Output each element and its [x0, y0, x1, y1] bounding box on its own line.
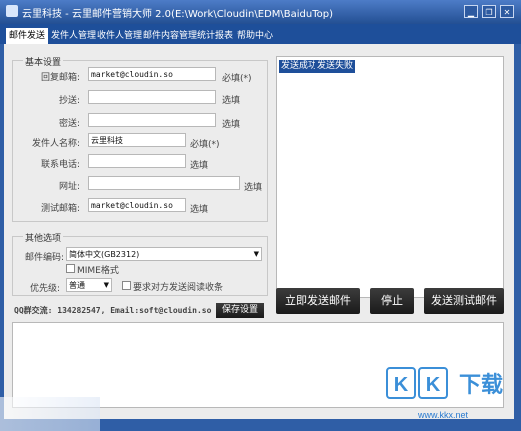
read-receipt-label: 要求对方发送阅读收条 [133, 283, 224, 293]
website-hint: 选填 [244, 183, 263, 193]
bcc-label: 密送: [58, 119, 80, 129]
reply-hint: 必填(*) [222, 74, 252, 84]
chevron-down-icon: ▼ [253, 250, 259, 258]
priority-label: 优先级: [29, 284, 60, 294]
window-title: 云里科技 - 云里邮件营销大师 2.0(E:\Work\Cloudin\EDM\… [22, 9, 333, 20]
svg-text:下载: 下载 [459, 372, 503, 398]
tab-statistics[interactable]: 统计报表 [194, 28, 236, 44]
read-receipt-checkbox[interactable] [122, 281, 131, 290]
app-icon [6, 5, 18, 17]
watermark-strip [0, 397, 100, 431]
test-email-input[interactable]: market@cloudin.so [88, 198, 186, 212]
mime-checkbox[interactable] [66, 264, 75, 273]
basic-settings-title: 基本设置 [23, 55, 64, 68]
save-settings-button[interactable]: 保存设置 [216, 303, 264, 318]
test-email-hint: 选填 [190, 205, 209, 215]
mime-label: MIME格式 [77, 266, 119, 276]
test-email-label: 测试邮箱: [40, 204, 80, 214]
website-input[interactable] [88, 176, 240, 190]
cc-label: 抄送: [58, 96, 80, 106]
svg-text:K: K [426, 374, 441, 396]
encoding-select[interactable]: 简体中文(GB2312) ▼ [66, 247, 262, 261]
app-window: 云里科技 - 云里邮件营销大师 2.0(E:\Work\Cloudin\EDM\… [0, 0, 521, 431]
main-tabs: 邮件发送 发件人管理 收件人管理 邮件内容管理 统计报表 帮助中心 [0, 24, 521, 44]
svg-text:K: K [394, 374, 409, 396]
phone-label: 联系电话: [40, 160, 80, 170]
title-bar: 云里科技 - 云里邮件营销大师 2.0(E:\Work\Cloudin\EDM\… [0, 0, 521, 24]
phone-input[interactable] [88, 154, 186, 168]
restore-icon[interactable]: ❐ [482, 5, 496, 18]
reply-email-input[interactable]: market@cloudin.so [88, 67, 216, 81]
tab-content-manage[interactable]: 邮件内容管理 [140, 28, 200, 44]
tab-help-center[interactable]: 帮助中心 [234, 28, 276, 44]
chevron-down-icon: ▼ [103, 281, 109, 289]
tab-recipient-manage[interactable]: 收件人管理 [94, 28, 145, 44]
stop-button[interactable]: 停止 [370, 288, 414, 314]
send-now-button[interactable]: 立即发送邮件 [276, 288, 360, 314]
cc-input[interactable] [88, 90, 216, 104]
priority-value: 普通 [69, 281, 85, 290]
contact-info: QQ群交流: 134282547, Email:soft@cloudin.so [14, 306, 212, 315]
priority-select[interactable]: 普通 ▼ [66, 278, 112, 292]
watermark-logo: K K 下载 [386, 367, 503, 399]
client-area: 基本设置 回复邮箱: market@cloudin.so 必填(*) 抄送: 选… [4, 44, 514, 419]
other-options-title: 其他选项 [23, 231, 64, 244]
tab-send-success[interactable]: 发送成功 [279, 60, 320, 73]
send-test-button[interactable]: 发送测试邮件 [424, 288, 504, 314]
bcc-hint: 选填 [222, 120, 241, 130]
tab-sender-manage[interactable]: 发件人管理 [48, 28, 99, 44]
reply-label: 回复邮箱: [40, 73, 80, 83]
sender-name-hint: 必填(*) [190, 140, 220, 150]
encoding-label: 邮件编码: [24, 253, 64, 263]
tab-send-failed[interactable]: 发送失败 [315, 60, 356, 73]
sender-name-label: 发件人名称: [31, 139, 80, 149]
cc-hint: 选填 [222, 96, 241, 106]
minimize-icon[interactable]: ▁ [464, 5, 478, 18]
website-label: 网址: [58, 182, 80, 192]
phone-hint: 选填 [190, 161, 209, 171]
tab-send-mail[interactable]: 邮件发送 [6, 28, 49, 44]
encoding-value: 简体中文(GB2312) [69, 250, 140, 259]
send-result-panel [276, 56, 504, 298]
close-icon[interactable]: ✕ [500, 5, 514, 18]
watermark-url: www.kkx.net [418, 410, 469, 420]
sender-name-input[interactable]: 云里科技 [88, 133, 186, 147]
bcc-input[interactable] [88, 113, 216, 127]
